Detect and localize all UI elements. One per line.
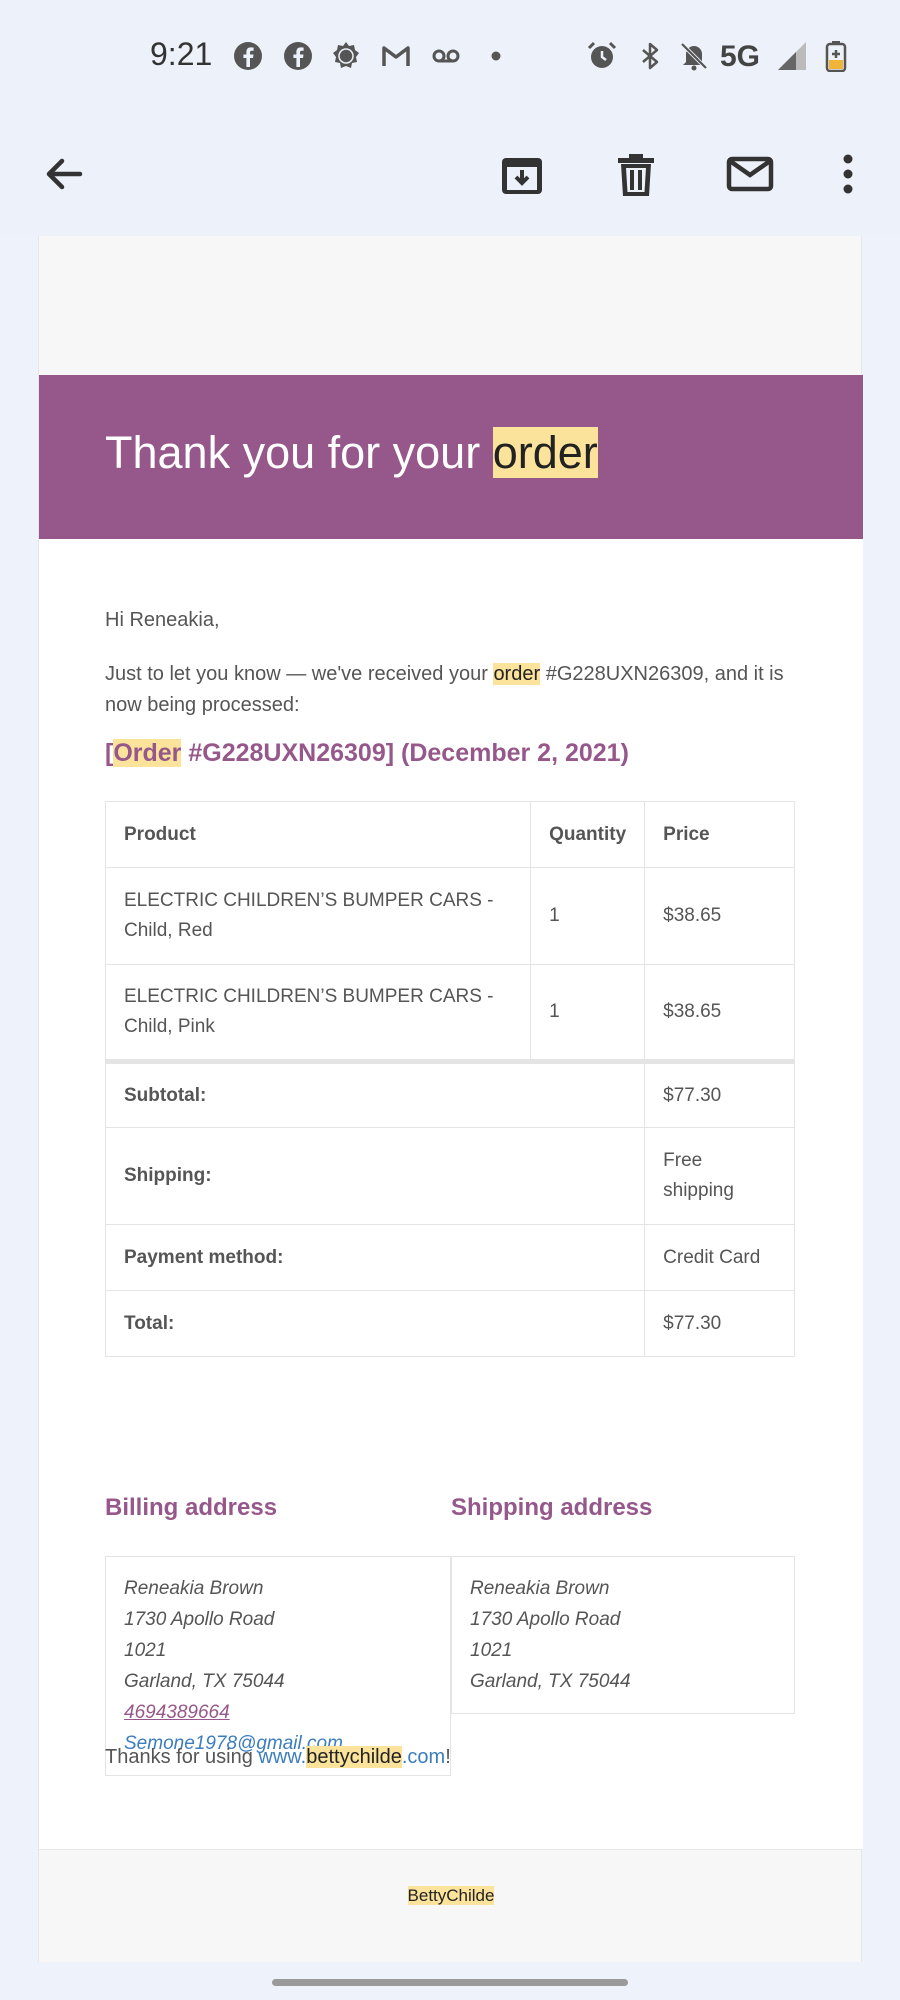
more-options-button[interactable]: [808, 134, 888, 214]
delete-button[interactable]: [596, 134, 676, 214]
billing-address-title: Billing address: [105, 1494, 278, 1521]
settings-sun-icon: [330, 40, 362, 72]
payment-method-row: Payment method: Credit Card: [104, 1224, 795, 1291]
price-cell: $38.65: [644, 867, 795, 965]
delete-icon: [612, 150, 660, 198]
shipping-value: Free shipping: [644, 1127, 795, 1225]
signal-icon: [776, 40, 808, 72]
billing-address-box: Reneakia Brown 1730 Apollo Road 1021 Gar…: [105, 1556, 451, 1776]
archive-icon: [498, 150, 546, 198]
total-row: Total: $77.30: [104, 1290, 795, 1357]
order-table: Product Quantity Price ELECTRIC CHILDREN…: [104, 801, 795, 1357]
website-link-prefix: www.: [258, 1746, 307, 1768]
total-value: $77.30: [644, 1290, 795, 1357]
order-heading-rest: #G228UXN26309] (December 2, 2021): [181, 739, 629, 767]
home-indicator[interactable]: [272, 1979, 628, 1986]
intro-highlight: order: [493, 663, 541, 685]
footer-brand-text: BettyChilde: [407, 1886, 495, 1905]
mute-icon: [678, 40, 710, 72]
bluetooth-icon: [634, 40, 666, 72]
billing-city: Garland, TX 75044: [124, 1671, 285, 1692]
thanks-text: Thanks for using www.bettychilde.com!: [105, 1746, 451, 1769]
billing-name: Reneakia Brown: [124, 1578, 264, 1599]
intro-text: Just to let you know — we've received yo…: [105, 659, 805, 721]
thanks-before: Thanks for using: [105, 1746, 259, 1768]
status-time: 9:21: [150, 36, 213, 72]
shipping-unit: 1021: [470, 1640, 513, 1661]
voicemail-icon: [430, 40, 462, 72]
shipping-address-title: Shipping address: [451, 1494, 653, 1521]
status-bar: 9:21 5G: [0, 0, 900, 112]
more-vert-icon: [824, 150, 872, 198]
mark-unread-button[interactable]: [710, 134, 790, 214]
footer-brand: BettyChilde: [39, 1886, 863, 1906]
col-header-product: Product: [104, 801, 532, 868]
shipping-label: Shipping:: [104, 1127, 646, 1225]
col-header-quantity: Quantity: [530, 801, 646, 868]
header-title-highlight: order: [492, 427, 598, 478]
email-content: Thank you for your order Hi Reneakia, Ju…: [38, 236, 863, 1962]
intro-before: Just to let you know — we've received yo…: [105, 663, 494, 685]
battery-icon: [820, 40, 852, 72]
back-arrow-icon: [40, 150, 88, 198]
shipping-name: Reneakia Brown: [470, 1578, 610, 1599]
table-row: ELECTRIC CHILDREN’S BUMPER CARS - Child,…: [104, 867, 795, 965]
col-header-price: Price: [644, 801, 795, 868]
quantity-cell: 1: [530, 964, 646, 1062]
payment-method-label: Payment method:: [104, 1224, 646, 1291]
shipping-row: Shipping: Free shipping: [104, 1127, 795, 1225]
order-heading: [Order #G228UXN26309] (December 2, 2021): [105, 739, 629, 768]
email-body: Hi Reneakia, Just to let you know — we'v…: [39, 539, 863, 1850]
table-header-row: Product Quantity Price: [104, 801, 795, 868]
thanks-after: !: [445, 1746, 451, 1768]
email-header-title: Thank you for your order: [105, 427, 598, 479]
product-cell: ELECTRIC CHILDREN’S BUMPER CARS - Child,…: [104, 964, 532, 1062]
billing-street: 1730 Apollo Road: [124, 1609, 275, 1630]
gmail-icon: [380, 40, 412, 72]
website-link-suffix: .com: [401, 1746, 446, 1768]
website-link-highlight: bettychilde: [306, 1746, 402, 1768]
subtotal-row: Subtotal: $77.30: [104, 1059, 795, 1128]
email-toolbar: [0, 112, 900, 236]
dot-icon: [480, 40, 512, 72]
total-label: Total:: [104, 1290, 646, 1357]
network-type: 5G: [720, 40, 761, 73]
back-button[interactable]: [24, 134, 104, 214]
shipping-city: Garland, TX 75044: [470, 1671, 631, 1692]
shipping-address-box: Reneakia Brown 1730 Apollo Road 1021 Gar…: [451, 1556, 795, 1714]
billing-phone-link[interactable]: 4694389664: [124, 1702, 230, 1723]
greeting: Hi Reneakia,: [105, 609, 220, 631]
order-heading-highlight: Order: [113, 739, 182, 767]
header-title-text: Thank you for your: [105, 427, 493, 478]
alarm-icon: [586, 40, 618, 72]
billing-unit: 1021: [124, 1640, 167, 1661]
archive-button[interactable]: [482, 134, 562, 214]
website-link[interactable]: www.bettychilde.com: [258, 1746, 445, 1768]
table-row: ELECTRIC CHILDREN’S BUMPER CARS - Child,…: [104, 964, 795, 1062]
shipping-street: 1730 Apollo Road: [470, 1609, 621, 1630]
subtotal-label: Subtotal:: [104, 1059, 646, 1128]
email-header-banner: Thank you for your order: [39, 375, 863, 539]
facebook-icon: [282, 40, 314, 72]
price-cell: $38.65: [644, 964, 795, 1062]
mark-unread-icon: [726, 150, 774, 198]
quantity-cell: 1: [530, 867, 646, 965]
subtotal-value: $77.30: [644, 1059, 795, 1128]
product-cell: ELECTRIC CHILDREN’S BUMPER CARS - Child,…: [104, 867, 532, 965]
facebook-icon: [232, 40, 264, 72]
payment-method-value: Credit Card: [644, 1224, 795, 1291]
